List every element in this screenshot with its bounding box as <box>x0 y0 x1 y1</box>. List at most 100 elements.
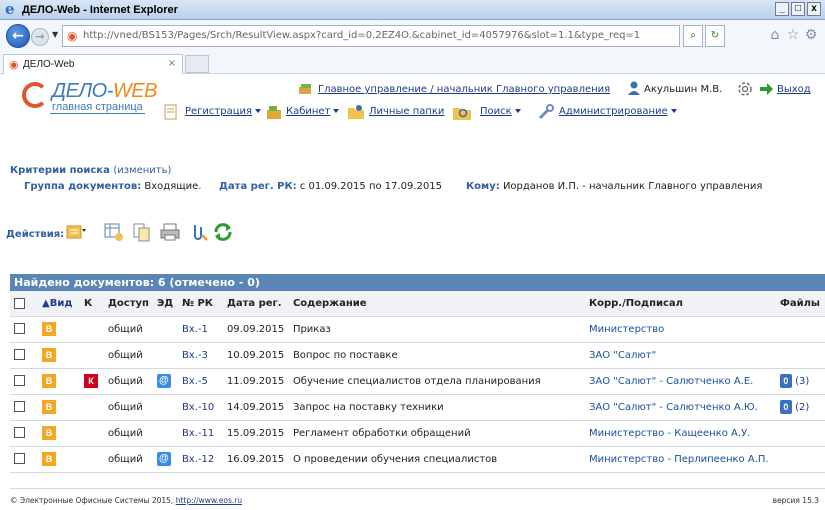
maximize-button[interactable]: □ <box>791 2 805 16</box>
content-cell[interactable]: Регламент обработки обращений <box>288 420 585 447</box>
header-corr: Корр./Подписал <box>584 291 776 317</box>
content-cell[interactable]: Запрос на поставку техники <box>288 394 585 421</box>
tab-close-icon[interactable]: × <box>168 58 176 69</box>
criteria-group: Группа документов: Входящие. <box>24 181 201 192</box>
files-cell[interactable]: 0 (2) <box>775 394 825 421</box>
results-count-bar: Найдено документов: 6 (отмечено - 0) <box>10 274 825 291</box>
forward-button[interactable]: → <box>31 28 49 46</box>
refresh-list-icon[interactable] <box>212 221 234 243</box>
paperclip-icon[interactable]: 0 <box>779 374 792 388</box>
electronic-doc-icon[interactable]: @ <box>156 374 171 388</box>
menu-registration[interactable]: Регистрация <box>185 106 262 117</box>
paperclip-icon[interactable]: 0 <box>779 400 792 414</box>
content-cell[interactable]: Обучение специалистов отдела планировани… <box>288 368 585 395</box>
tab-bar: ◉ ДЕЛО-Web × <box>0 52 825 74</box>
select-all-checkbox[interactable] <box>14 297 25 309</box>
criteria-to: Кому: Иорданов И.П. - начальник Главного… <box>466 181 762 192</box>
corr-link[interactable]: ЗАО "Салют" <box>584 342 776 369</box>
reg-date-cell: 11.09.2015 <box>222 368 289 395</box>
chevron-down-icon <box>514 109 521 113</box>
doc-number-link[interactable]: Вх.-12 <box>177 446 223 473</box>
copyright-text: © Электронные Офисные Системы 2015, <box>10 496 174 505</box>
criteria-group-value: Входящие. <box>144 181 202 192</box>
electronic-doc-icon[interactable]: @ <box>156 452 171 466</box>
table-row[interactable]: В общий Вх.-3 10.09.2015 Вопрос по поста… <box>10 342 825 369</box>
minimize-button[interactable]: _ <box>775 2 789 16</box>
browser-nav-bar: ← → ▼ ◉ http://vned/BS153/Pages/Srch/Res… <box>0 20 825 52</box>
content-cell[interactable]: Вопрос по поставке <box>288 342 585 369</box>
new-tab-button[interactable] <box>185 55 209 73</box>
eos-link[interactable]: http://www.eos.ru <box>176 496 242 505</box>
menu-administration[interactable]: Администрирование <box>559 106 677 117</box>
files-cell[interactable]: 0 (3) <box>775 368 825 395</box>
files-count[interactable]: (2) <box>795 402 809 413</box>
copy-document-icon[interactable] <box>131 221 153 243</box>
doc-number-link[interactable]: Вх.-3 <box>177 342 223 369</box>
table-settings-icon[interactable] <box>103 221 125 243</box>
table-row[interactable]: В общий Вх.-11 15.09.2015 Регламент обра… <box>10 420 825 447</box>
menu-cabinet[interactable]: Кабинет <box>286 106 340 117</box>
change-criteria-link[interactable]: (изменить) <box>113 165 171 176</box>
settings-icon[interactable] <box>736 80 754 98</box>
criteria-to-value: Иорданов И.П. - начальник Главного управ… <box>502 181 763 192</box>
history-dropdown-icon[interactable]: ▼ <box>52 30 58 39</box>
actions-menu-icon[interactable] <box>65 221 87 243</box>
corr-link[interactable]: ЗАО "Салют" - Салютченко А.Е. <box>584 368 776 395</box>
corr-link[interactable]: ЗАО "Салют" - Салютченко А.Ю. <box>584 394 776 421</box>
favorites-star-icon[interactable]: ☆ <box>785 27 801 43</box>
reg-date-cell: 14.09.2015 <box>222 394 289 421</box>
search-criteria-label: Критерии поиска <box>10 165 110 176</box>
logo-text-web: WEB <box>112 80 158 102</box>
row-checkbox[interactable] <box>14 453 25 465</box>
logout-link[interactable]: Выход <box>777 84 811 95</box>
doc-number-link[interactable]: Вх.-5 <box>177 368 223 395</box>
search-address-icon[interactable]: ⌕ <box>683 25 703 47</box>
logo-text-main: ДЕЛО- <box>52 80 113 102</box>
menu-registration-label: Регистрация <box>185 106 253 117</box>
chevron-down-icon <box>255 109 262 113</box>
doc-number-link[interactable]: Вх.-11 <box>177 420 223 447</box>
close-window-button[interactable]: x <box>807 2 821 16</box>
menu-administration-label: Администрирование <box>559 106 668 117</box>
corr-link[interactable]: Министерство - Перлипеенко А.П. <box>584 446 776 473</box>
home-icon[interactable]: ⌂ <box>767 27 783 43</box>
reg-date-cell: 15.09.2015 <box>222 420 289 447</box>
header-date: Дата рег. <box>222 291 289 317</box>
address-bar[interactable]: ◉ http://vned/BS153/Pages/Srch/ResultVie… <box>62 25 680 47</box>
url-host: http://vned <box>83 30 139 41</box>
table-row[interactable]: В общий @ Вх.-12 16.09.2015 О проведении… <box>10 446 825 473</box>
app-logo[interactable]: ДЕЛО-WEB главная страница <box>22 80 160 116</box>
settings-gear-icon[interactable]: ⚙ <box>803 27 819 43</box>
row-checkbox[interactable] <box>14 323 25 335</box>
refresh-icon[interactable]: ↻ <box>705 25 725 47</box>
row-checkbox[interactable] <box>14 349 25 361</box>
attach-paperclip-icon[interactable] <box>187 221 209 243</box>
content-cell[interactable]: О проведении обучения специалистов <box>288 446 585 473</box>
access-cell: общий <box>104 446 153 473</box>
content-cell[interactable]: Приказ <box>288 316 585 343</box>
menu-personal-folders[interactable]: Личные папки <box>369 106 444 117</box>
table-row[interactable]: В К общий @ Вх.-5 11.09.2015 Обучение сп… <box>10 368 825 395</box>
header-ed: ЭД <box>152 291 178 317</box>
files-count[interactable]: (3) <box>795 376 809 387</box>
corr-link[interactable]: Министерство - Кащеенко А.У. <box>584 420 776 447</box>
table-row[interactable]: В общий Вх.-1 09.09.2015 Приказ Министер… <box>10 316 825 343</box>
doc-number-link[interactable]: Вх.-1 <box>177 316 223 343</box>
home-page-link[interactable]: главная страница <box>50 101 145 114</box>
table-row[interactable]: В общий Вх.-10 14.09.2015 Запрос на пост… <box>10 394 825 421</box>
header-num: № РК <box>177 291 223 317</box>
reg-date-cell: 16.09.2015 <box>222 446 289 473</box>
print-icon[interactable] <box>159 221 181 243</box>
corr-link[interactable]: Министерство <box>584 316 776 343</box>
header-select-all[interactable] <box>10 291 38 317</box>
sort-by-view-link[interactable]: ▲Вид <box>42 298 72 309</box>
doc-number-link[interactable]: Вх.-10 <box>177 394 223 421</box>
tab-delo-web[interactable]: ◉ ДЕЛО-Web × <box>3 54 183 74</box>
row-checkbox[interactable] <box>14 375 25 387</box>
row-checkbox[interactable] <box>14 401 25 413</box>
administration-icon <box>538 104 554 120</box>
back-button[interactable]: ← <box>6 24 30 48</box>
row-checkbox[interactable] <box>14 427 25 439</box>
menu-search[interactable]: Поиск <box>480 106 521 117</box>
department-link[interactable]: Главное управление / начальник Главного … <box>318 84 610 95</box>
